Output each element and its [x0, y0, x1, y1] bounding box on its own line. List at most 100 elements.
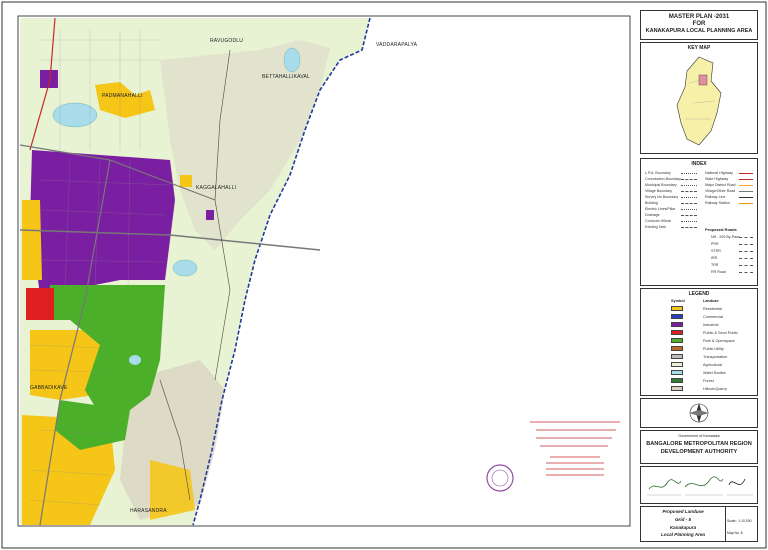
proposed-road-symbol [739, 244, 753, 245]
title-line2: FOR [692, 21, 706, 27]
industrial-zone [30, 150, 175, 295]
residential-east [180, 175, 192, 187]
legend-label: Industrial [703, 322, 719, 327]
legend-heading: LEGEND [688, 291, 710, 297]
tank-north [52, 102, 98, 128]
public-zone [26, 288, 54, 320]
proposed-road-item: STRR [711, 249, 721, 253]
legend-label: Public Utility [703, 346, 724, 351]
legend-swatch [671, 338, 683, 343]
proposed-road-symbol [739, 237, 753, 238]
index-left-item: Village Boundary [645, 189, 673, 193]
label-harasandra: HARASANDRA [130, 508, 167, 514]
proposed-road-symbol [739, 258, 753, 259]
map-sheet: RAVUGODLU VADDARAPALYA BETTAHALLIKAVAL P… [0, 0, 768, 550]
footer-sheet: Map No.:5 [727, 531, 743, 535]
legend-label: Commercial [703, 314, 724, 319]
keymap-heading: KEY MAP [687, 45, 711, 51]
key-map-thumbnail [676, 56, 722, 146]
index-left-symbol [681, 227, 697, 228]
index-left-item: Contours Hillock [645, 219, 672, 223]
index-left-item: Drainage [645, 213, 660, 217]
legend-swatch [671, 370, 683, 375]
index-left-symbol [681, 185, 697, 186]
index-left-symbol [681, 215, 697, 216]
legend-label: Residential [703, 306, 722, 311]
index-right-item: Major District Road [705, 183, 736, 187]
index-left-item: Survey No Boundary [645, 195, 679, 199]
index-right-symbol [739, 203, 753, 204]
index-left-symbol [681, 203, 697, 204]
legend-label: Hillock/Quarry [703, 386, 727, 391]
index-right-symbol [739, 185, 753, 186]
footer-scale: Scale : 1:10,000 [727, 519, 752, 523]
proposed-road-symbol [739, 251, 753, 252]
north-arrow-panel [640, 398, 758, 428]
legend-swatch [671, 354, 683, 359]
index-right-symbol [739, 173, 753, 174]
residential-west [22, 200, 42, 280]
label-ravugodlu: RAVUGODLU [210, 38, 244, 44]
industrial-small [206, 210, 214, 220]
proposed-road-item: PRR [711, 242, 719, 246]
index-left-item: Existing Tank [645, 225, 667, 229]
govt-label: Government of Karnataka [678, 434, 720, 438]
proposed-road-item: TRR [711, 263, 719, 267]
proposed-road-symbol [739, 265, 753, 266]
index-left-symbol [681, 179, 697, 180]
legend-label: Agricultural [703, 362, 722, 367]
proposed-road-item: RR Road [711, 270, 726, 274]
legend-label: Public & Semi Public [703, 330, 739, 335]
index-left-item: L.P.A. Boundary [645, 171, 671, 175]
legend-swatch [671, 322, 683, 327]
legend-col-symbol: Symbol [671, 299, 685, 303]
signature-panel [640, 466, 758, 504]
tank-bettahalli [283, 47, 301, 73]
legend-swatch [671, 314, 683, 319]
index-right-symbol [739, 197, 753, 198]
index-right-item: Railway Line [705, 195, 726, 199]
tank-east [172, 259, 198, 277]
legend-swatch [671, 346, 683, 351]
footer-proposed: Proposed Landuse [662, 509, 704, 514]
legend-label: Water Bodies [703, 370, 726, 375]
authority-name2: DEVELOPMENT AUTHORITY [660, 449, 738, 455]
index-right-item: National Highway [705, 171, 733, 175]
key-map-panel: KEY MAP [640, 42, 758, 154]
index-left-symbol [681, 221, 697, 222]
footer-grid: Grid - 5 [674, 517, 692, 522]
legend-label: Park & Openspace [703, 338, 735, 343]
title-line3: KANAKAPURA LOCAL PLANNING AREA [645, 28, 753, 34]
legend-label: Forest [703, 378, 714, 383]
footer-place1: Kanakapura [669, 525, 697, 530]
index-right-item: State Highway [705, 177, 729, 181]
legend-panel: LEGEND Symbol Landuse Residential Commerc… [640, 288, 758, 396]
index-left-symbol [681, 209, 697, 210]
index-left-item: Municipal Boundary [645, 183, 677, 187]
index-left-item: Electric Lines/Pillar [645, 207, 676, 211]
legend-swatch [671, 306, 683, 311]
signatures [647, 476, 753, 496]
legend-col-landuse: Landuse [703, 299, 719, 303]
label-gabbadi: GABBADIKAVE [30, 385, 68, 391]
label-padmana: PADMANAHALLI [102, 93, 143, 99]
index-panel: INDEX L.P.A. Boundary Conurbation Boundar… [640, 158, 758, 286]
label-bettahalli: BETTAHALLIKAVAL [262, 74, 311, 80]
proposed-road-symbol [739, 272, 753, 273]
proposed-road-item: IRR [711, 256, 718, 260]
index-right-item: Railway Station [705, 201, 730, 205]
legend-swatch [671, 330, 683, 335]
label-kaggalahalli: KAGGALAHALLI [196, 185, 237, 191]
index-left-symbol [681, 197, 697, 198]
footer-place2: Local Planning Area [661, 532, 705, 537]
index-right-item: Village/Other Road [705, 189, 736, 193]
index-left-item: Building [645, 201, 658, 205]
legend-swatch [671, 378, 683, 383]
index-left-item: Conurbation Boundary [645, 177, 681, 181]
title-panel: MASTER PLAN -2031 FOR KANAKAPURA LOCAL P… [640, 10, 758, 40]
authority-panel: Government of Karnataka BANGALORE METROP… [640, 430, 758, 464]
index-left-symbol [681, 173, 697, 174]
index-left-symbol [681, 191, 697, 192]
tank-mid [129, 355, 141, 365]
legend-label: Transportation [703, 354, 728, 359]
